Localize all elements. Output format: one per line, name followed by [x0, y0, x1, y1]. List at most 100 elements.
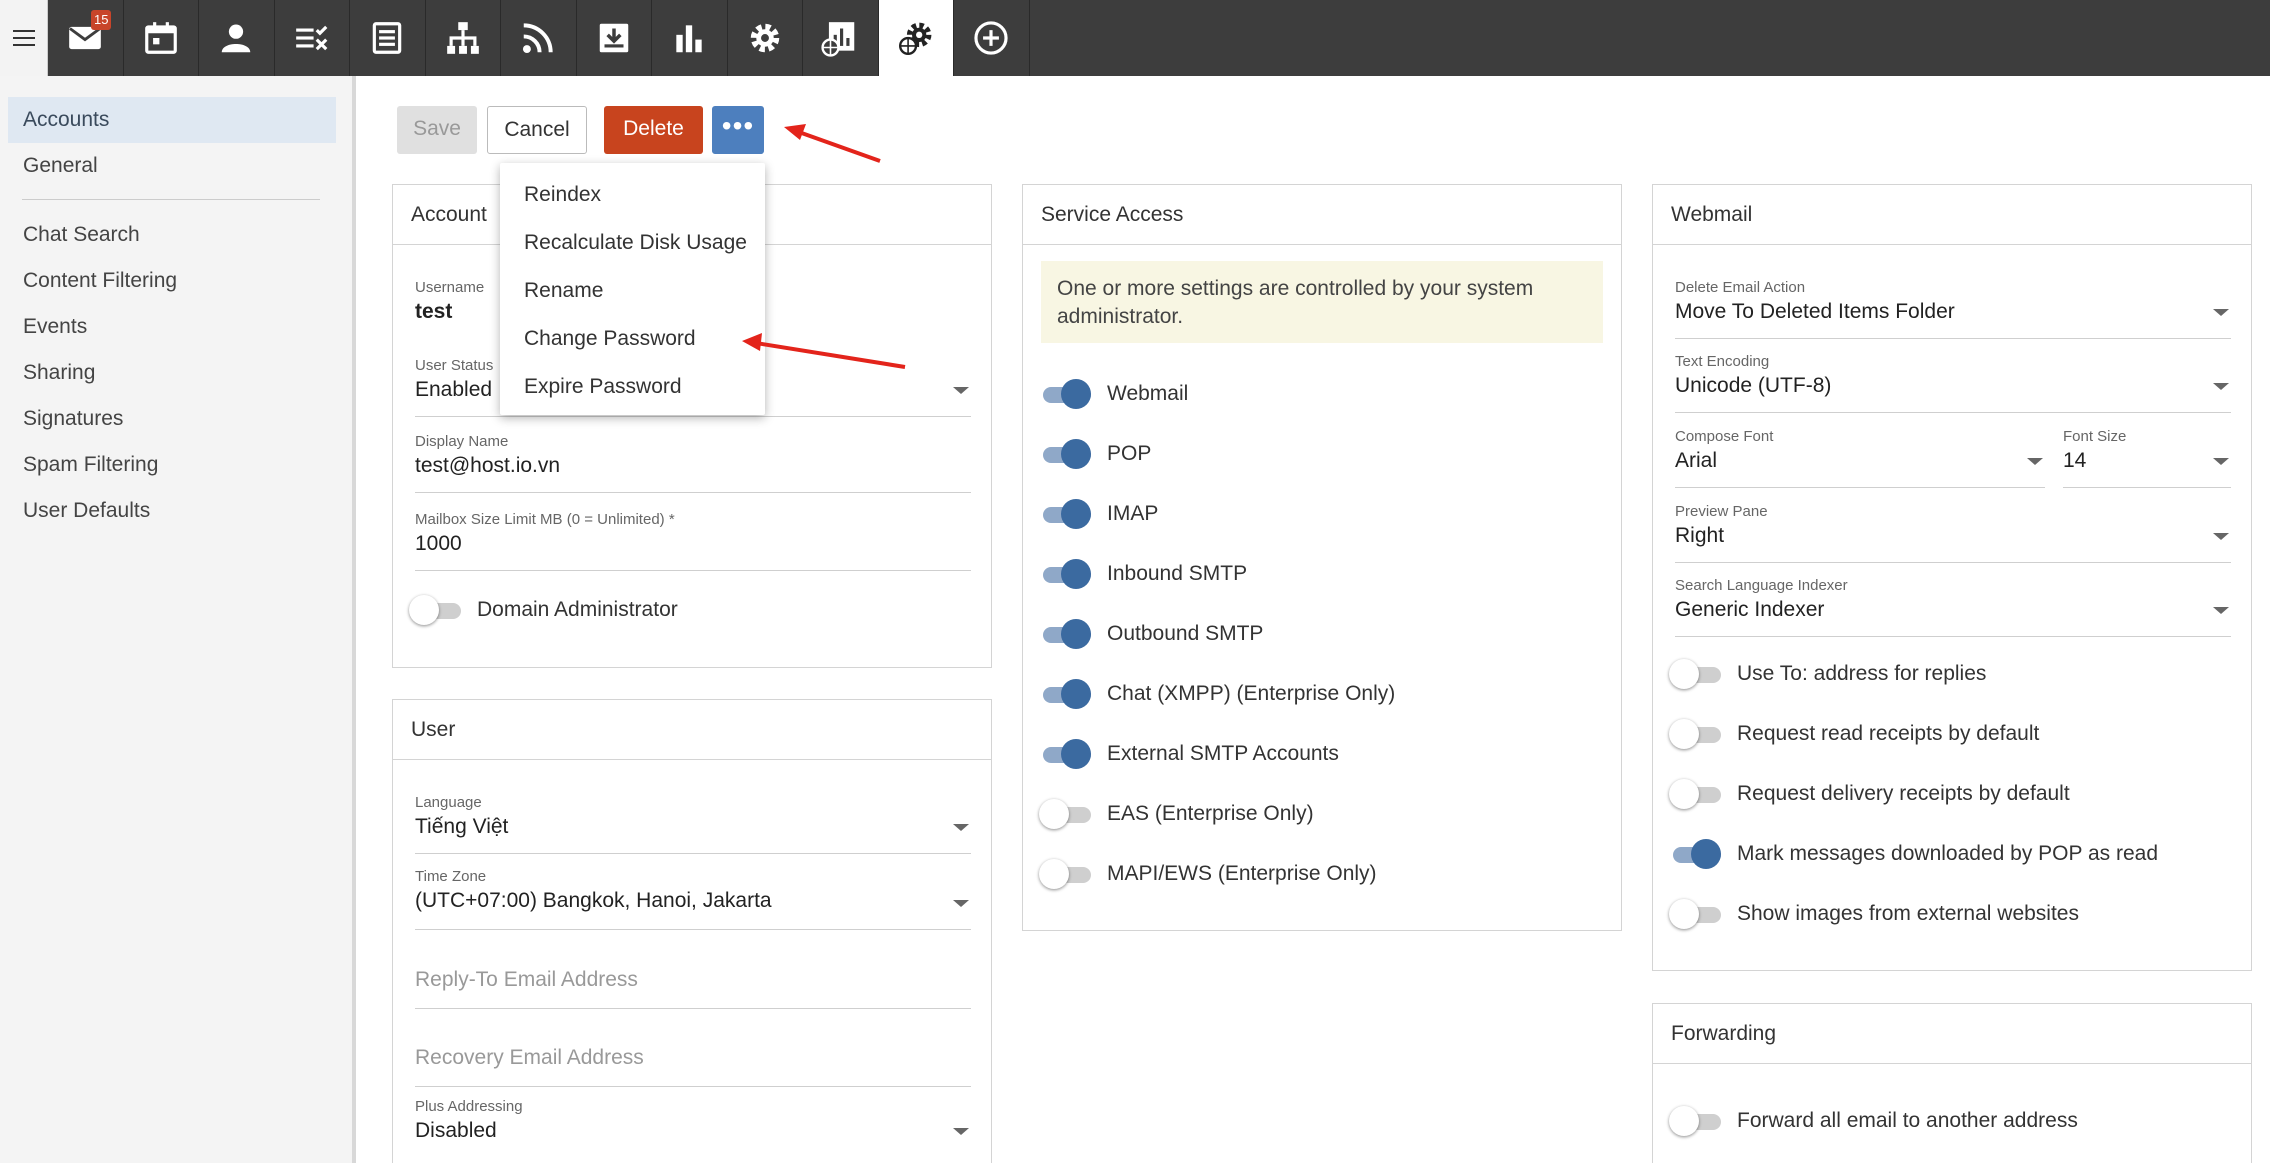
display-name-value: test@host.io.vn	[415, 454, 561, 477]
menu-item-change-password[interactable]: Change Password	[500, 315, 765, 363]
show-images-from-external-websites-label: Show images from external websites	[1737, 902, 2079, 925]
admin-controlled-notice: One or more settings are controlled by y…	[1041, 261, 1603, 343]
imap-label: IMAP	[1107, 502, 1159, 525]
forward-all-toggle[interactable]	[1669, 1106, 1721, 1136]
sidebar-item-general[interactable]: General	[8, 143, 336, 189]
language-value: Tiếng Việt	[415, 815, 509, 838]
inbound-smtp-toggle[interactable]	[1039, 559, 1091, 589]
compose-font-label: Compose Font	[1675, 428, 1774, 445]
chevron-down-icon	[953, 900, 969, 907]
settings-sidebar: Accounts General Chat Search Content Fil…	[0, 76, 356, 1163]
compose-font-value: Arial	[1675, 449, 1718, 472]
imap-toggle[interactable]	[1039, 499, 1091, 529]
tasks-icon[interactable]	[274, 0, 350, 76]
external-smtp-accounts-toggle[interactable]	[1039, 739, 1091, 769]
preview-pane-label: Preview Pane	[1675, 503, 1768, 520]
sidebar-item-sharing[interactable]: Sharing	[8, 350, 336, 396]
use-to-address-for-replies-toggle[interactable]	[1669, 659, 1721, 689]
domain-admin-toggle[interactable]	[409, 595, 461, 625]
menu-item-expire-password[interactable]: Expire Password	[500, 363, 765, 411]
menu-item-reindex[interactable]: Reindex	[500, 171, 765, 219]
rss-icon[interactable]	[501, 0, 577, 76]
outbound-smtp-toggle[interactable]	[1039, 619, 1091, 649]
contacts-icon[interactable]	[199, 0, 275, 76]
inbound-smtp-label: Inbound SMTP	[1107, 562, 1248, 585]
preview-pane-value: Right	[1675, 524, 1725, 547]
download-icon[interactable]	[576, 0, 652, 76]
mark-messages-downloaded-by-pop-as-read-label: Mark messages downloaded by POP as read	[1737, 842, 2159, 865]
chevron-down-icon	[953, 387, 969, 394]
mailbox-size-label: Mailbox Size Limit MB (0 = Unlimited) *	[415, 511, 675, 528]
chevron-down-icon	[2213, 309, 2229, 316]
time-zone-value: (UTC+07:00) Bangkok, Hanoi, Jakarta	[415, 889, 772, 912]
service-access-panel: Service Access One or more settings are …	[1022, 184, 1622, 931]
top-navigation-bar: 15	[0, 0, 2270, 76]
pop-toggle[interactable]	[1039, 439, 1091, 469]
save-button[interactable]: Save	[397, 106, 477, 154]
sidebar-item-accounts[interactable]: Accounts	[8, 97, 336, 143]
font-size-select[interactable]: Font Size 14	[2063, 428, 2231, 488]
display-name-label: Display Name	[415, 433, 509, 450]
notes-icon[interactable]	[350, 0, 426, 76]
mailbox-size-value: 1000	[415, 532, 462, 555]
chevron-down-icon	[953, 1128, 969, 1135]
show-images-from-external-websites-toggle[interactable]	[1669, 899, 1721, 929]
request-delivery-receipts-by-default-toggle[interactable]	[1669, 779, 1721, 809]
eas-enterprise-only-toggle[interactable]	[1039, 799, 1091, 829]
compose-font-select[interactable]: Compose Font Arial	[1675, 428, 2045, 488]
reports-icon[interactable]	[652, 0, 728, 76]
sidebar-item-events[interactable]: Events	[8, 304, 336, 350]
plus-addressing-value: Disabled	[415, 1119, 497, 1142]
sidebar-item-signatures[interactable]: Signatures	[8, 396, 336, 442]
preview-pane-select[interactable]: Preview Pane Right	[1675, 503, 2231, 563]
domain-admin-label: Domain Administrator	[477, 598, 678, 621]
reply-to-email-input[interactable]: Reply-To Email Address	[415, 968, 971, 1018]
mark-messages-downloaded-by-pop-as-read-toggle[interactable]	[1669, 839, 1721, 869]
more-actions-menu: Reindex Recalculate Disk Usage Rename Ch…	[500, 163, 765, 415]
search-language-indexer-select[interactable]: Search Language Indexer Generic Indexer	[1675, 577, 2231, 637]
mapi-ews-enterprise-only-toggle[interactable]	[1039, 859, 1091, 889]
delete-email-action-value: Move To Deleted Items Folder	[1675, 300, 1955, 323]
sidebar-item-chat-search[interactable]: Chat Search	[8, 212, 336, 258]
language-label: Language	[415, 794, 482, 811]
sitemap-icon[interactable]	[425, 0, 501, 76]
chevron-down-icon	[2213, 383, 2229, 390]
chat-xmpp-enterprise-only-toggle[interactable]	[1039, 679, 1091, 709]
sidebar-item-spam-filtering[interactable]: Spam Filtering	[8, 442, 336, 488]
mail-icon[interactable]: 15	[48, 0, 124, 76]
cancel-button[interactable]: Cancel	[487, 106, 587, 154]
plus-addressing-select[interactable]: Plus Addressing Disabled	[415, 1098, 971, 1158]
menu-item-recalculate-disk-usage[interactable]: Recalculate Disk Usage	[500, 219, 765, 267]
delete-email-action-select[interactable]: Delete Email Action Move To Deleted Item…	[1675, 279, 2231, 339]
hamburger-menu-icon[interactable]	[0, 0, 48, 76]
time-zone-select[interactable]: Time Zone (UTC+07:00) Bangkok, Hanoi, Ja…	[415, 868, 971, 930]
menu-item-rename[interactable]: Rename	[500, 267, 765, 315]
recovery-email-input[interactable]: Recovery Email Address	[415, 1046, 971, 1096]
webmail-label: Webmail	[1107, 382, 1189, 405]
webmail-panel: Webmail Delete Email Action Move To Dele…	[1652, 184, 2252, 971]
webmail-title: Webmail	[1653, 185, 2251, 245]
text-encoding-value: Unicode (UTF-8)	[1675, 374, 1832, 397]
request-read-receipts-by-default-toggle[interactable]	[1669, 719, 1721, 749]
font-size-label: Font Size	[2063, 428, 2127, 445]
mailbox-size-field[interactable]: Mailbox Size Limit MB (0 = Unlimited) * …	[415, 511, 971, 571]
calendar-icon[interactable]	[123, 0, 199, 76]
domain-settings-icon[interactable]	[878, 0, 954, 76]
display-name-field[interactable]: Display Name test@host.io.vn	[415, 433, 971, 493]
language-select[interactable]: Language Tiếng Việt	[415, 794, 971, 854]
gear-icon[interactable]	[727, 0, 803, 76]
sidebar-item-content-filtering[interactable]: Content Filtering	[8, 258, 336, 304]
add-icon[interactable]	[954, 0, 1030, 76]
sidebar-item-user-defaults[interactable]: User Defaults	[8, 488, 336, 534]
pop-label: POP	[1107, 442, 1152, 465]
user-panel-title: User	[393, 700, 991, 760]
forwarding-panel: Forwarding Forward all email to another …	[1652, 1003, 2252, 1163]
text-encoding-select[interactable]: Text Encoding Unicode (UTF-8)	[1675, 353, 2231, 413]
more-actions-button[interactable]: •••	[712, 106, 764, 154]
font-size-value: 14	[2063, 449, 2087, 472]
sidebar-divider	[22, 199, 320, 200]
delete-button[interactable]: Delete	[604, 106, 703, 154]
domain-reports-icon[interactable]	[803, 0, 879, 76]
webmail-toggle[interactable]	[1039, 379, 1091, 409]
request-delivery-receipts-by-default-label: Request delivery receipts by default	[1737, 782, 2070, 805]
